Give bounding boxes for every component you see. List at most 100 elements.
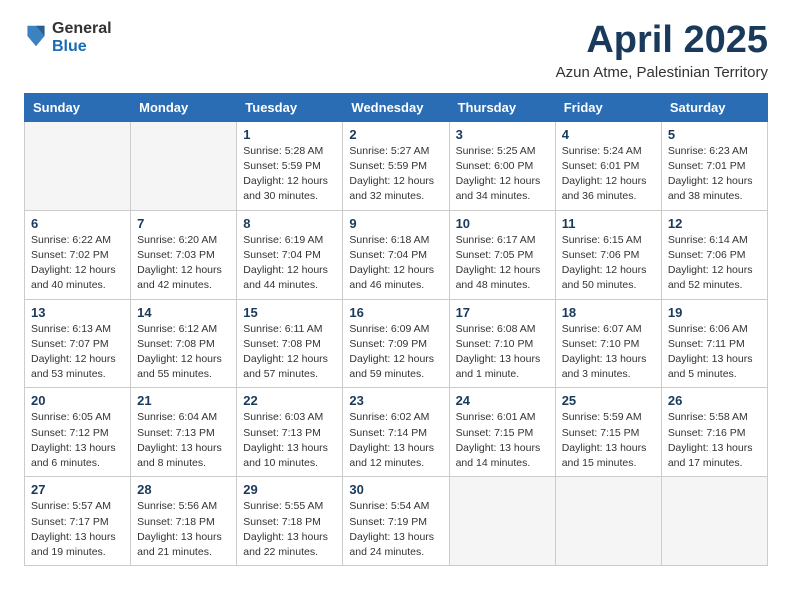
week-row-1: 1 Sunrise: 5:28 AM Sunset: 5:59 PM Daylig…: [25, 121, 768, 210]
day-info: Sunrise: 5:25 AM Sunset: 6:00 PM Dayligh…: [456, 144, 549, 205]
calendar-table: SundayMondayTuesdayWednesdayThursdayFrid…: [24, 93, 768, 566]
empty-cell: [661, 477, 767, 566]
day-number: 3: [456, 127, 549, 142]
location-title: Azun Atme, Palestinian Territory: [556, 64, 768, 81]
day-number: 6: [31, 216, 124, 231]
day-number: 1: [243, 127, 336, 142]
weekday-header-friday: Friday: [555, 93, 661, 121]
weekday-header-sunday: Sunday: [25, 93, 131, 121]
day-info: Sunrise: 5:24 AM Sunset: 6:01 PM Dayligh…: [562, 144, 655, 205]
day-info: Sunrise: 6:22 AM Sunset: 7:02 PM Dayligh…: [31, 233, 124, 294]
day-cell-10: 10 Sunrise: 6:17 AM Sunset: 7:05 PM Dayli…: [449, 210, 555, 299]
empty-cell: [449, 477, 555, 566]
day-cell-20: 20Sunrise: 6:05 AM Sunset: 7:12 PM Dayli…: [25, 388, 131, 477]
week-row-3: 13Sunrise: 6:13 AM Sunset: 7:07 PM Dayli…: [25, 299, 768, 388]
day-cell-8: 8 Sunrise: 6:19 AM Sunset: 7:04 PM Daylig…: [237, 210, 343, 299]
week-row-4: 20Sunrise: 6:05 AM Sunset: 7:12 PM Dayli…: [25, 388, 768, 477]
day-info: Sunrise: 6:02 AM Sunset: 7:14 PM Dayligh…: [349, 410, 442, 471]
day-number: 24: [456, 393, 549, 408]
day-cell-2: 2 Sunrise: 5:27 AM Sunset: 5:59 PM Daylig…: [343, 121, 449, 210]
day-cell-1: 1 Sunrise: 5:28 AM Sunset: 5:59 PM Daylig…: [237, 121, 343, 210]
day-cell-16: 16 Sunrise: 6:09 AM Sunset: 7:09 PM Dayli…: [343, 299, 449, 388]
logo-text: General Blue: [52, 20, 112, 55]
day-number: 27: [31, 482, 124, 497]
week-row-2: 6 Sunrise: 6:22 AM Sunset: 7:02 PM Daylig…: [25, 210, 768, 299]
day-cell-22: 22Sunrise: 6:03 AM Sunset: 7:13 PM Dayli…: [237, 388, 343, 477]
day-cell-5: 5Sunrise: 6:23 AM Sunset: 7:01 PM Daylig…: [661, 121, 767, 210]
day-number: 28: [137, 482, 230, 497]
day-cell-12: 12Sunrise: 6:14 AM Sunset: 7:06 PM Dayli…: [661, 210, 767, 299]
weekday-header-monday: Monday: [131, 93, 237, 121]
logo-general-label: General: [52, 20, 112, 38]
day-cell-21: 21Sunrise: 6:04 AM Sunset: 7:13 PM Dayli…: [131, 388, 237, 477]
day-cell-27: 27 Sunrise: 5:57 AM Sunset: 7:17 PM Dayli…: [25, 477, 131, 566]
day-info: Sunrise: 6:09 AM Sunset: 7:09 PM Dayligh…: [349, 322, 442, 383]
day-number: 17: [456, 305, 549, 320]
weekday-header-wednesday: Wednesday: [343, 93, 449, 121]
day-number: 13: [31, 305, 124, 320]
day-cell-6: 6 Sunrise: 6:22 AM Sunset: 7:02 PM Daylig…: [25, 210, 131, 299]
logo-blue-label: Blue: [52, 38, 112, 56]
day-info: Sunrise: 5:57 AM Sunset: 7:17 PM Dayligh…: [31, 499, 124, 560]
day-info: Sunrise: 5:27 AM Sunset: 5:59 PM Dayligh…: [349, 144, 442, 205]
day-cell-30: 30 Sunrise: 5:54 AM Sunset: 7:19 PM Dayli…: [343, 477, 449, 566]
day-info: Sunrise: 6:01 AM Sunset: 7:15 PM Dayligh…: [456, 410, 549, 471]
day-number: 16: [349, 305, 442, 320]
weekday-header-row: SundayMondayTuesdayWednesdayThursdayFrid…: [25, 93, 768, 121]
day-cell-19: 19Sunrise: 6:06 AM Sunset: 7:11 PM Dayli…: [661, 299, 767, 388]
day-number: 23: [349, 393, 442, 408]
day-number: 9: [349, 216, 442, 231]
week-row-5: 27 Sunrise: 5:57 AM Sunset: 7:17 PM Dayli…: [25, 477, 768, 566]
day-info: Sunrise: 5:28 AM Sunset: 5:59 PM Dayligh…: [243, 144, 336, 205]
day-number: 25: [562, 393, 655, 408]
day-cell-24: 24 Sunrise: 6:01 AM Sunset: 7:15 PM Dayli…: [449, 388, 555, 477]
day-number: 26: [668, 393, 761, 408]
month-title: April 2025: [556, 20, 768, 62]
day-cell-4: 4 Sunrise: 5:24 AM Sunset: 6:01 PM Daylig…: [555, 121, 661, 210]
day-number: 4: [562, 127, 655, 142]
day-number: 20: [31, 393, 124, 408]
day-number: 8: [243, 216, 336, 231]
day-info: Sunrise: 6:17 AM Sunset: 7:05 PM Dayligh…: [456, 233, 549, 294]
calendar-body: 1 Sunrise: 5:28 AM Sunset: 5:59 PM Daylig…: [25, 121, 768, 565]
day-number: 15: [243, 305, 336, 320]
day-number: 10: [456, 216, 549, 231]
day-number: 22: [243, 393, 336, 408]
day-info: Sunrise: 5:54 AM Sunset: 7:19 PM Dayligh…: [349, 499, 442, 560]
day-info: Sunrise: 6:08 AM Sunset: 7:10 PM Dayligh…: [456, 322, 549, 383]
day-number: 2: [349, 127, 442, 142]
empty-cell: [131, 121, 237, 210]
day-number: 21: [137, 393, 230, 408]
day-cell-14: 14 Sunrise: 6:12 AM Sunset: 7:08 PM Dayli…: [131, 299, 237, 388]
day-info: Sunrise: 6:12 AM Sunset: 7:08 PM Dayligh…: [137, 322, 230, 383]
day-cell-17: 17 Sunrise: 6:08 AM Sunset: 7:10 PM Dayli…: [449, 299, 555, 388]
logo: General Blue: [24, 20, 112, 55]
day-info: Sunrise: 6:20 AM Sunset: 7:03 PM Dayligh…: [137, 233, 230, 294]
empty-cell: [555, 477, 661, 566]
logo-icon: [24, 22, 48, 50]
day-cell-11: 11Sunrise: 6:15 AM Sunset: 7:06 PM Dayli…: [555, 210, 661, 299]
day-cell-28: 28 Sunrise: 5:56 AM Sunset: 7:18 PM Dayli…: [131, 477, 237, 566]
day-cell-26: 26 Sunrise: 5:58 AM Sunset: 7:16 PM Dayli…: [661, 388, 767, 477]
day-number: 14: [137, 305, 230, 320]
empty-cell: [25, 121, 131, 210]
title-area: April 2025 Azun Atme, Palestinian Territ…: [556, 20, 768, 81]
weekday-header-tuesday: Tuesday: [237, 93, 343, 121]
day-info: Sunrise: 5:59 AM Sunset: 7:15 PM Dayligh…: [562, 410, 655, 471]
day-cell-29: 29 Sunrise: 5:55 AM Sunset: 7:18 PM Dayli…: [237, 477, 343, 566]
day-info: Sunrise: 5:55 AM Sunset: 7:18 PM Dayligh…: [243, 499, 336, 560]
day-info: Sunrise: 5:56 AM Sunset: 7:18 PM Dayligh…: [137, 499, 230, 560]
day-number: 11: [562, 216, 655, 231]
day-number: 12: [668, 216, 761, 231]
day-number: 29: [243, 482, 336, 497]
day-info: Sunrise: 6:11 AM Sunset: 7:08 PM Dayligh…: [243, 322, 336, 383]
day-cell-25: 25 Sunrise: 5:59 AM Sunset: 7:15 PM Dayli…: [555, 388, 661, 477]
day-number: 18: [562, 305, 655, 320]
day-number: 30: [349, 482, 442, 497]
day-number: 7: [137, 216, 230, 231]
day-number: 5: [668, 127, 761, 142]
day-info: Sunrise: 5:58 AM Sunset: 7:16 PM Dayligh…: [668, 410, 761, 471]
day-cell-23: 23 Sunrise: 6:02 AM Sunset: 7:14 PM Dayli…: [343, 388, 449, 477]
day-info: Sunrise: 6:19 AM Sunset: 7:04 PM Dayligh…: [243, 233, 336, 294]
day-info: Sunrise: 6:07 AM Sunset: 7:10 PM Dayligh…: [562, 322, 655, 383]
